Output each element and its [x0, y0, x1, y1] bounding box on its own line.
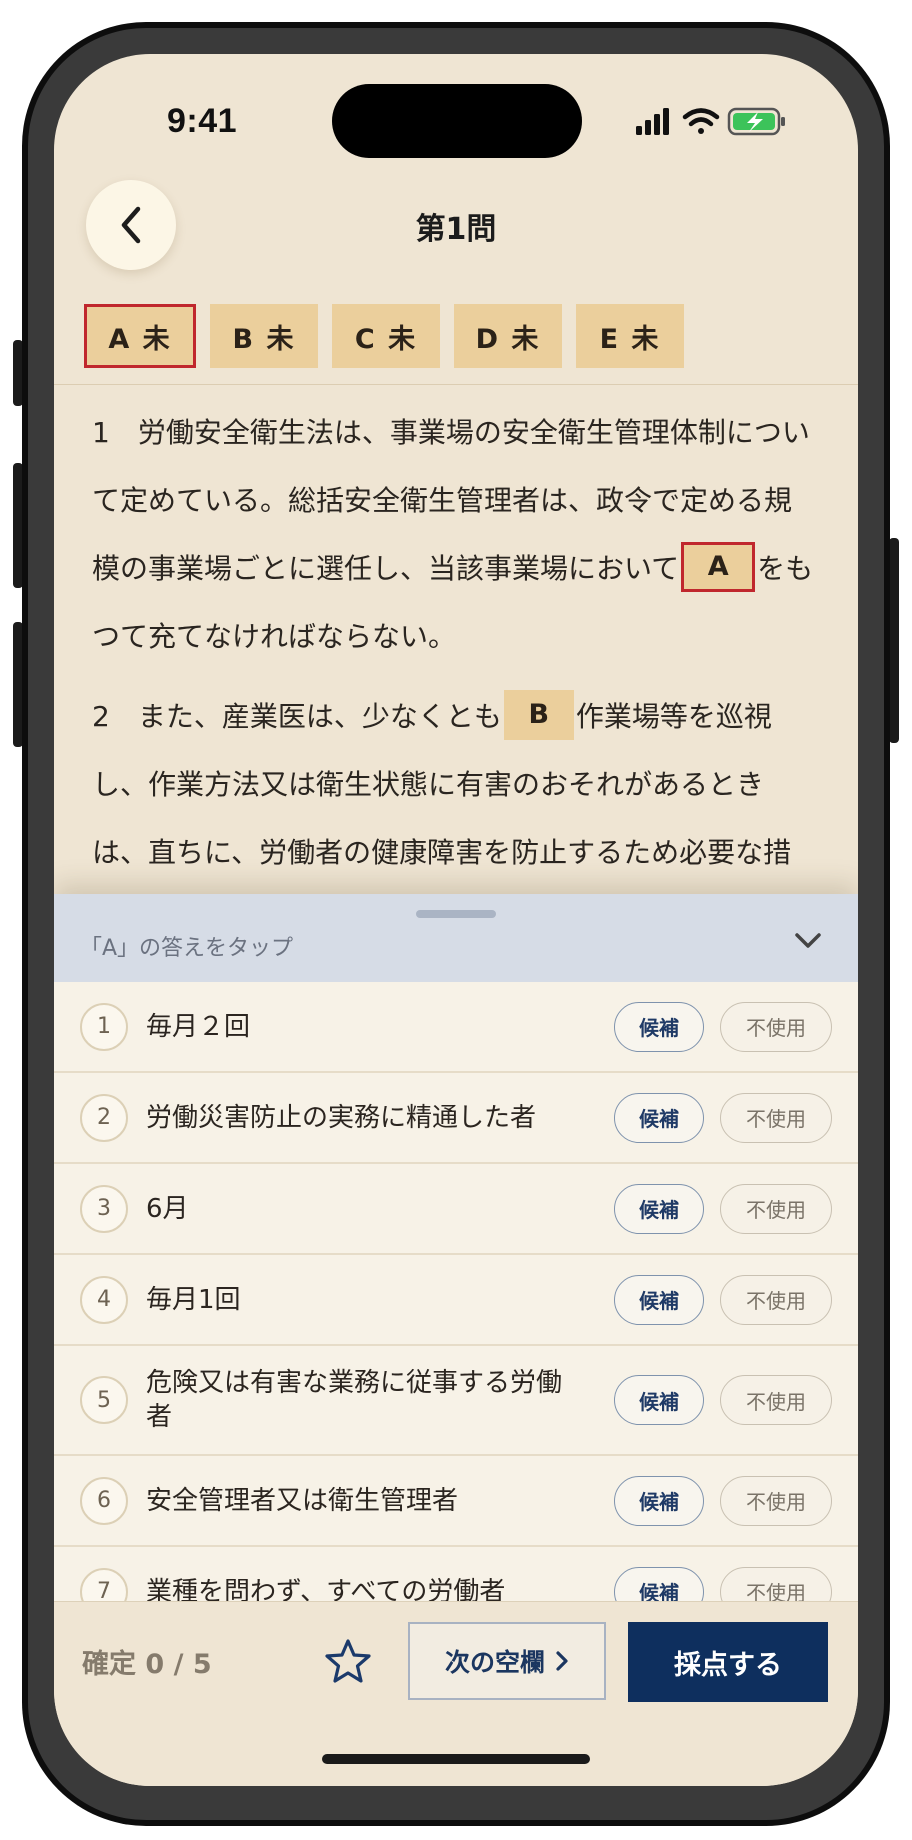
- option-number: 4: [80, 1275, 128, 1324]
- signal-icon: [636, 108, 669, 135]
- option-text: 労働災害防止の実務に精通した者: [146, 1102, 537, 1133]
- option-text: 安全管理者又は衛生管理者: [146, 1485, 459, 1516]
- question-text: 1 労働安全衛生法は、事業場の安全衛生管理体制について定めている。総括安全衛生管…: [92, 399, 818, 887]
- unused-button[interactable]: 不使用: [720, 1375, 832, 1425]
- candidate-button[interactable]: 候補: [614, 1183, 704, 1234]
- option-row[interactable]: 5 危険又は有害な業務に従事する労働者 候補 不使用: [54, 1346, 858, 1456]
- status-time: 9:41: [167, 102, 238, 140]
- candidate-button[interactable]: 候補: [614, 1274, 704, 1325]
- status-icons: [636, 107, 785, 136]
- option-number: 1: [80, 1002, 128, 1051]
- next-blank-label: 次の空欄: [444, 1648, 545, 1677]
- sheet-grabber[interactable]: [416, 910, 496, 918]
- unused-button[interactable]: 不使用: [720, 1183, 832, 1234]
- option-number: 2: [80, 1093, 128, 1142]
- option-text: 毎月２回: [146, 1011, 251, 1042]
- blank-a[interactable]: A: [681, 542, 756, 592]
- options-list: 1 毎月２回 候補 不使用 2 労働災害防止の実務に精通した者 候補 不使用 3…: [54, 982, 858, 1638]
- unused-button[interactable]: 不使用: [720, 1092, 832, 1143]
- unused-button[interactable]: 不使用: [720, 1274, 832, 1325]
- option-row[interactable]: 6 安全管理者又は衛生管理者 候補 不使用: [54, 1456, 858, 1547]
- home-indicator: [322, 1754, 590, 1764]
- tab-blank-e[interactable]: E 未: [576, 304, 684, 368]
- option-row[interactable]: 4 毎月1回 候補 不使用: [54, 1255, 858, 1346]
- footer-bar: 確定 0 / 5 次の空欄 採点する: [54, 1601, 858, 1786]
- star-icon[interactable]: [324, 1638, 372, 1684]
- chevron-down-icon[interactable]: [794, 932, 822, 950]
- confirmed-count: 確定 0 / 5: [82, 1649, 212, 1680]
- power-button: [889, 538, 899, 743]
- unused-button[interactable]: 不使用: [720, 1475, 832, 1526]
- candidate-button[interactable]: 候補: [614, 1475, 704, 1526]
- option-text: 危険又は有害な業務に従事する労働者: [146, 1368, 563, 1432]
- sheet-prompt: 「A」の答えをタップ: [80, 936, 294, 961]
- tab-blank-c[interactable]: C 未: [332, 304, 440, 368]
- option-text: 毎月1回: [146, 1284, 241, 1315]
- option-row[interactable]: 1 毎月２回 候補 不使用: [54, 982, 858, 1073]
- blank-b[interactable]: B: [503, 690, 574, 740]
- tab-blank-b[interactable]: B 未: [210, 304, 318, 368]
- sheet-header[interactable]: 「A」の答えをタップ: [54, 894, 858, 982]
- question-paragraph-1: 1 労働安全衛生法は、事業場の安全衛生管理体制について定めている。総括安全衛生管…: [92, 399, 818, 671]
- wifi-icon: [682, 108, 720, 134]
- option-text: 6月: [146, 1193, 189, 1224]
- next-blank-button[interactable]: 次の空欄: [408, 1622, 606, 1700]
- chevron-right-icon: [556, 1651, 568, 1671]
- dynamic-island: [332, 84, 582, 158]
- blank-tabs: A 未 B 未 C 未 D 未 E 未: [84, 304, 684, 368]
- battery-icon: [727, 107, 785, 136]
- option-number: 6: [80, 1476, 128, 1525]
- candidate-button[interactable]: 候補: [614, 1375, 704, 1425]
- option-row[interactable]: 2 労働災害防止の実務に精通した者 候補 不使用: [54, 1073, 858, 1164]
- tab-blank-d[interactable]: D 未: [454, 304, 562, 368]
- tab-blank-a[interactable]: A 未: [84, 304, 196, 368]
- score-button[interactable]: 採点する: [628, 1622, 828, 1702]
- option-row[interactable]: 3 6月 候補 不使用: [54, 1164, 858, 1255]
- page-title: 第1問: [415, 212, 497, 247]
- option-number: 3: [80, 1184, 128, 1233]
- unused-button[interactable]: 不使用: [720, 1001, 832, 1052]
- candidate-button[interactable]: 候補: [614, 1092, 704, 1143]
- divider: [54, 384, 858, 385]
- question-text-segment: 2 また、産業医は、少なくとも: [92, 700, 502, 733]
- question-paragraph-2: 2 また、産業医は、少なくとも B 作業場等を巡視し、作業方法又は衛生状態に有害のお…: [92, 683, 818, 887]
- option-number: 5: [80, 1376, 128, 1424]
- screen: 9:41 第1問 A 未 B 未 C 未 D 未 E 未 1 労働安全衛生法は、…: [54, 54, 858, 1786]
- candidate-button[interactable]: 候補: [614, 1001, 704, 1052]
